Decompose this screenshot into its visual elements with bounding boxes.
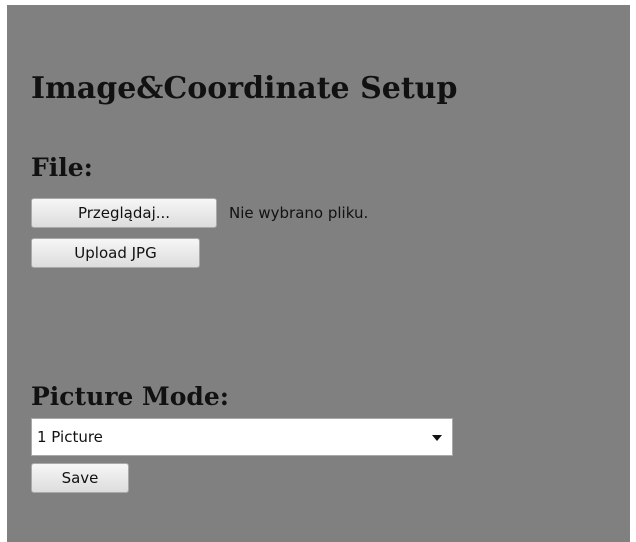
picture-mode-selected-value: 1 Picture xyxy=(37,428,103,446)
picture-mode-select[interactable]: 1 Picture xyxy=(31,418,453,456)
setup-panel: Image&Coordinate Setup File: Przeglądaj.… xyxy=(7,5,630,542)
page-title: Image&Coordinate Setup xyxy=(31,71,458,106)
save-button[interactable]: Save xyxy=(31,463,129,493)
browse-button[interactable]: Przeglądaj... xyxy=(31,198,217,228)
file-status-text: Nie wybrano pliku. xyxy=(229,204,369,222)
file-heading: File: xyxy=(31,153,93,182)
picture-mode-heading: Picture Mode: xyxy=(31,382,229,411)
upload-jpg-button[interactable]: Upload JPG xyxy=(31,238,200,268)
chevron-down-icon xyxy=(432,435,442,441)
